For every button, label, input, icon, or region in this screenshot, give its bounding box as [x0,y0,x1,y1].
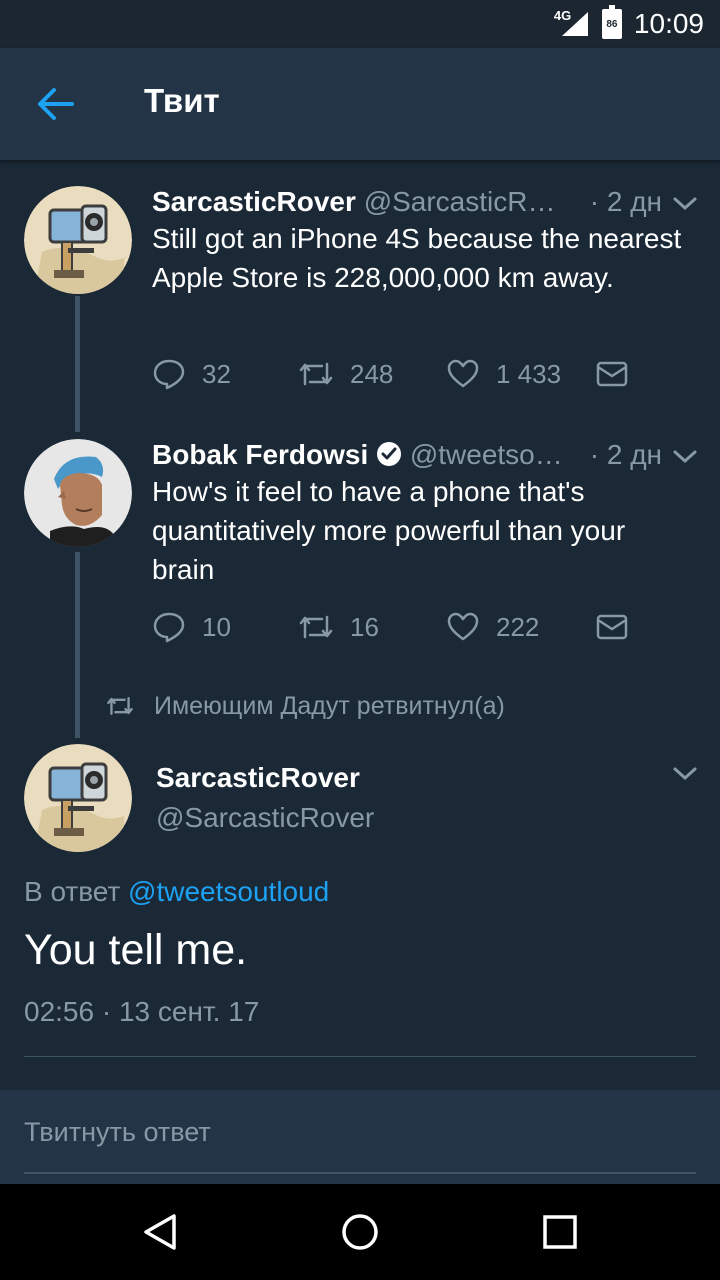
page-title: Твит [144,82,220,119]
tweet-actions: 32 248 1 433 [152,354,652,394]
signal-icon: 4G [554,8,590,38]
tweet-text: Still got an iPhone 4S because the neare… [152,223,682,293]
author-name[interactable]: SarcasticRover [152,186,356,217]
reply-prefix: В ответ [24,876,121,907]
retweet-count: 16 [350,611,379,642]
message-button[interactable] [596,607,628,647]
author-handle[interactable]: @SarcasticR… [364,186,556,217]
rover-avatar[interactable] [24,744,132,852]
author-name[interactable]: SarcasticRover [156,762,360,794]
back-button[interactable] [36,86,76,122]
retweet-button[interactable]: 248 [298,354,393,394]
author-name[interactable]: Bobak Ferdowsi [152,439,368,470]
tweet-menu-button[interactable] [672,196,698,212]
heart-icon [447,612,479,641]
reply-to-link[interactable]: @tweetsoutloud [128,876,329,907]
author-handle[interactable]: @tweetso… [410,439,563,470]
reply-button[interactable]: 10 [152,607,231,647]
nav-home-button[interactable] [340,1212,380,1252]
tweet-timestamp: 02:56 · 13 сент. 17 [24,996,260,1027]
circle-home-icon [342,1214,378,1250]
tweet-text: How's it feel to have a phone that's qua… [152,476,626,585]
status-clock: 10:09 [633,8,704,39]
nav-back-button[interactable] [140,1212,180,1252]
arrow-left-icon [38,88,74,120]
rover-avatar[interactable] [24,186,132,294]
status-icons: 4G 86 10:09 [554,0,704,48]
chevron-down-icon [673,767,697,781]
retweet-button[interactable]: 16 [298,607,379,647]
reply-count: 32 [202,358,231,389]
chevron-down-icon [673,197,697,211]
input-underline [24,1172,696,1174]
like-button[interactable]: 1 433 [446,354,561,394]
chevron-down-icon [673,450,697,464]
navigation-bar [0,1184,720,1280]
reply-input[interactable] [24,1110,696,1154]
tweet-menu-button[interactable] [672,766,698,782]
reply-icon [153,612,185,643]
like-button[interactable]: 222 [446,607,539,647]
tweet-header: Bobak Ferdowsi @tweetso… · 2 дн [152,439,662,475]
reply-count: 10 [202,611,231,642]
envelope-icon [596,614,628,640]
retweet-icon [107,697,133,715]
triangle-back-icon [144,1214,176,1250]
message-button[interactable] [596,354,628,394]
reply-context: В ответ @tweetsoutloud [24,876,329,908]
main-tweet-text: You tell me. [24,926,248,974]
reply-icon [153,359,185,390]
square-recents-icon [543,1215,577,1249]
thread-connector [75,296,80,432]
tweet-menu-button[interactable] [672,449,698,465]
battery-icon: 86 [601,5,622,39]
status-bar: 4G 86 10:09 [0,0,720,48]
divider [24,1056,696,1057]
tweet-time: · 2 дн [581,186,662,218]
thread-connector [75,552,80,738]
retweet-context-text: Имеющим Дадут ретвитнул(а) [154,691,505,720]
app-bar: Твит [0,48,720,160]
tweet-actions: 10 16 222 [152,607,652,647]
retweet-icon [299,615,333,639]
like-count: 1 433 [496,358,562,389]
reply-composer [0,1090,720,1184]
person-avatar[interactable] [24,439,132,547]
envelope-icon [596,361,628,387]
nav-recents-button[interactable] [540,1212,580,1252]
like-count: 222 [496,611,540,642]
retweet-icon [299,362,333,386]
tweet-time: · 2 дн [581,439,662,471]
verified-badge-icon [377,442,402,466]
retweet-count: 248 [350,358,394,389]
retweet-context: Имеющим Дадут ретвитнул(а) [106,688,505,724]
author-handle[interactable]: @SarcasticRover [156,802,374,834]
reply-button[interactable]: 32 [152,354,231,394]
heart-icon [447,359,479,388]
battery-level: 86 [606,19,618,30]
tweet-header: SarcasticRover @SarcasticR… · 2 дн [152,186,662,222]
